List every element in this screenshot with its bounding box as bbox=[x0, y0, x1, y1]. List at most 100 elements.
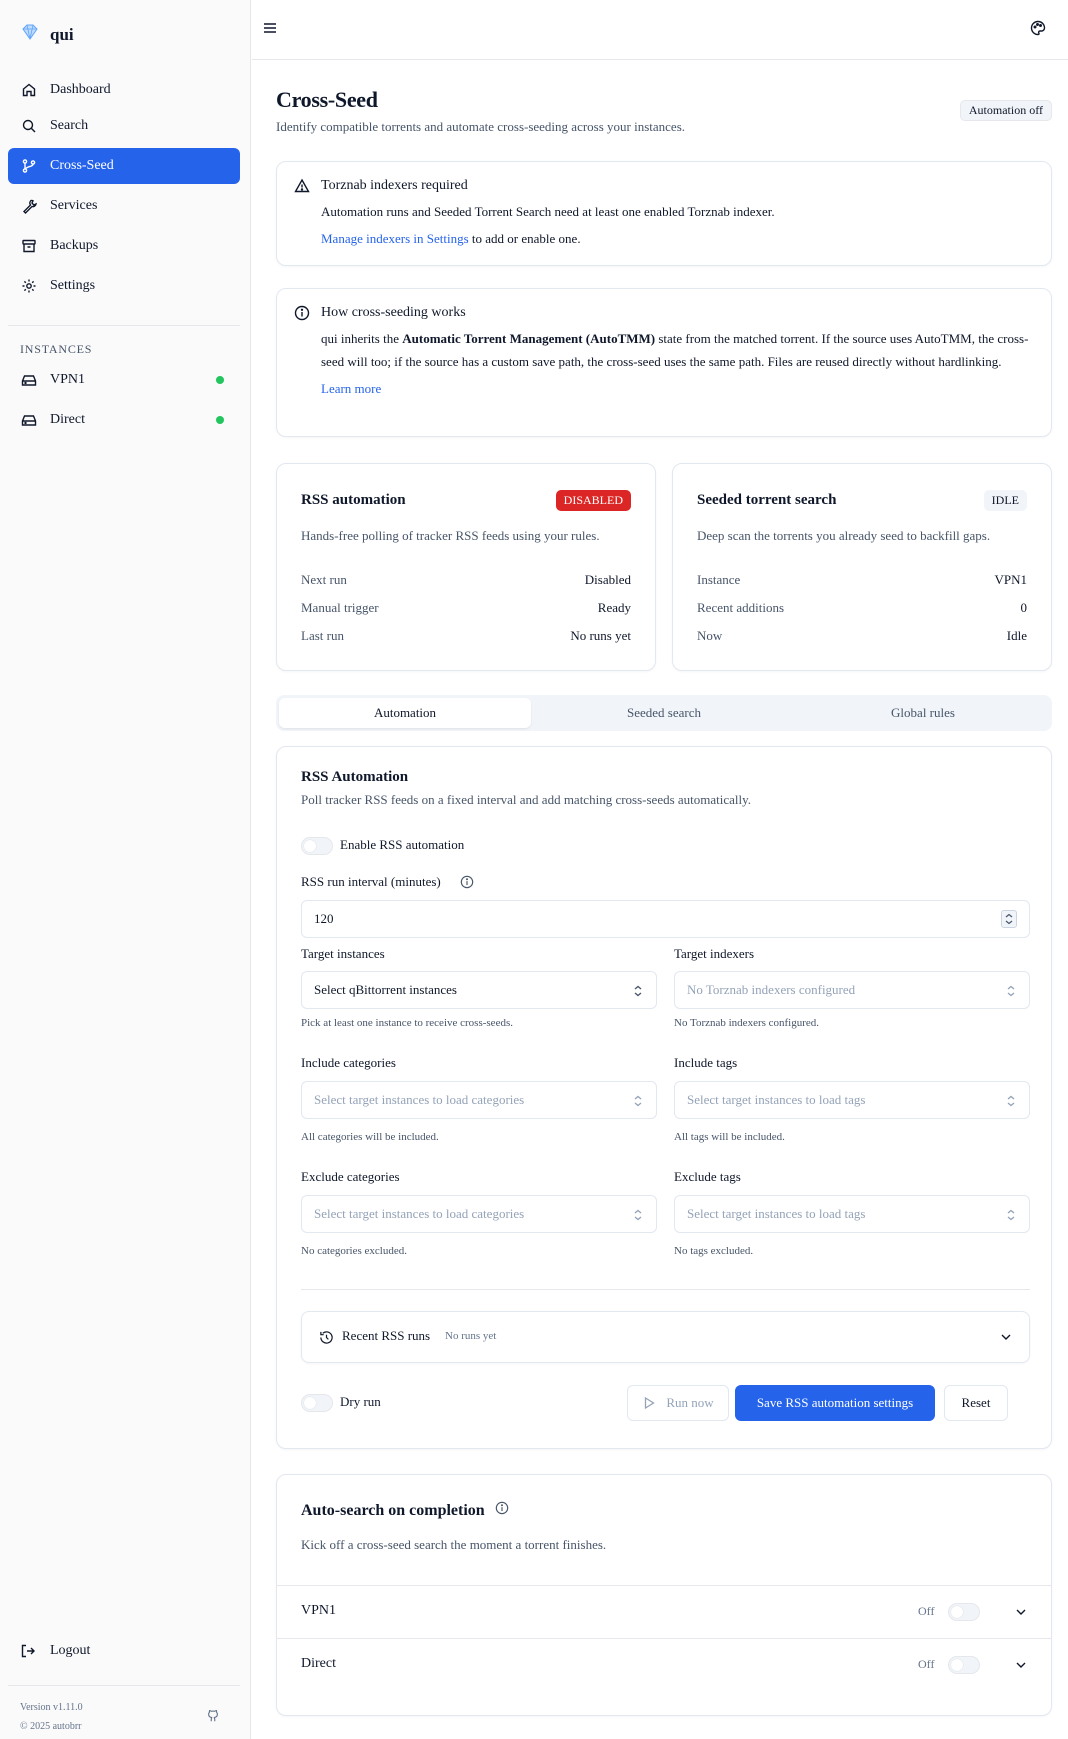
card-title: RSS automation bbox=[301, 492, 406, 508]
stat-key: Now bbox=[697, 628, 723, 643]
select-placeholder: No Torznab indexers configured bbox=[687, 982, 856, 997]
nav-backups[interactable]: Backups bbox=[8, 228, 240, 264]
recent-runs-status: No runs yet bbox=[445, 1330, 497, 1342]
qui-logo-icon bbox=[20, 22, 40, 47]
enable-rss-toggle[interactable] bbox=[301, 837, 333, 855]
card-description: Hands-free polling of tracker RSS feeds … bbox=[301, 528, 600, 543]
include-categories-select[interactable]: Select target instances to load categori… bbox=[301, 1081, 657, 1119]
github-icon[interactable] bbox=[206, 1709, 220, 1728]
auto-search-row-direct[interactable]: Direct Off bbox=[277, 1638, 1051, 1691]
alert-title: Torznab indexers required bbox=[321, 178, 468, 193]
menu-icon[interactable] bbox=[262, 20, 278, 41]
page-title: Cross-Seed bbox=[276, 87, 378, 112]
run-now-label: Run now bbox=[666, 1395, 714, 1410]
chevron-down-icon[interactable] bbox=[1014, 1605, 1028, 1624]
top-bar bbox=[252, 0, 1068, 60]
run-now-button[interactable]: Run now bbox=[627, 1385, 729, 1421]
brand[interactable]: qui bbox=[20, 22, 74, 47]
dry-run-toggle[interactable] bbox=[301, 1394, 333, 1412]
chevrons-up-down-icon bbox=[634, 1095, 642, 1107]
info-text: qui inherits the Automatic Torrent Manag… bbox=[321, 327, 1031, 400]
chevron-down-icon bbox=[999, 1330, 1013, 1349]
toggle-state-label: Off bbox=[918, 1657, 935, 1671]
status-badge: IDLE bbox=[983, 490, 1027, 511]
stat-key: Manual trigger bbox=[301, 600, 379, 615]
status-badge: DISABLED bbox=[555, 490, 631, 511]
auto-search-toggle[interactable] bbox=[948, 1656, 980, 1674]
tab-seeded-search[interactable]: Seeded search bbox=[538, 698, 790, 728]
save-rss-settings-button[interactable]: Save RSS automation settings bbox=[735, 1385, 935, 1421]
alert-body: Automation runs and Seeded Torrent Searc… bbox=[321, 204, 775, 219]
exclude-tags-select[interactable]: Select target instances to load tags bbox=[674, 1195, 1030, 1233]
info-icon[interactable] bbox=[495, 1501, 509, 1520]
logout-label: Logout bbox=[50, 1643, 91, 1658]
nav-label: Dashboard bbox=[50, 82, 111, 97]
nav-cross-seed[interactable]: Cross-Seed bbox=[8, 148, 240, 184]
nav-services[interactable]: Services bbox=[8, 188, 240, 224]
instance-label: Direct bbox=[50, 412, 85, 427]
logout-icon bbox=[21, 1644, 35, 1658]
auto-search-row-vpn1[interactable]: VPN1 Off bbox=[277, 1585, 1051, 1638]
help-text: No tags excluded. bbox=[674, 1245, 754, 1257]
sidebar-divider bbox=[8, 325, 240, 326]
tab-automation[interactable]: Automation bbox=[279, 698, 531, 728]
nav-search[interactable]: Search bbox=[8, 108, 240, 144]
info-icon[interactable] bbox=[460, 875, 474, 894]
page-subtitle: Identify compatible torrents and automat… bbox=[276, 119, 686, 134]
manage-indexers-link[interactable]: Manage indexers in Settings bbox=[321, 231, 469, 246]
hard-drive-icon bbox=[21, 375, 37, 386]
online-status-dot bbox=[216, 376, 224, 384]
auto-search-toggle[interactable] bbox=[948, 1603, 980, 1621]
nav-label: Cross-Seed bbox=[50, 158, 114, 173]
exclude-categories-select[interactable]: Select target instances to load categori… bbox=[301, 1195, 657, 1233]
chevron-down-icon[interactable] bbox=[1014, 1658, 1028, 1677]
chevrons-up-down-icon bbox=[634, 985, 642, 997]
number-stepper[interactable] bbox=[1001, 910, 1017, 928]
instances-heading: INSTANCES bbox=[20, 342, 93, 356]
archive-icon bbox=[22, 239, 36, 253]
instance-direct[interactable]: Direct bbox=[8, 404, 240, 436]
form-title: RSS Automation bbox=[301, 769, 409, 785]
reset-button[interactable]: Reset bbox=[944, 1385, 1008, 1421]
select-placeholder: Select target instances to load tags bbox=[687, 1092, 866, 1107]
select-placeholder: Select target instances to load categori… bbox=[314, 1206, 525, 1221]
stat-value: Disabled bbox=[584, 572, 631, 587]
stat-key: Recent additions bbox=[697, 600, 785, 615]
rss-automation-card: RSS automation DISABLED Hands-free polli… bbox=[276, 463, 656, 671]
include-tags-label: Include tags bbox=[674, 1055, 738, 1070]
include-tags-select[interactable]: Select target instances to load tags bbox=[674, 1081, 1030, 1119]
target-indexers-select[interactable]: No Torznab indexers configured bbox=[674, 971, 1030, 1009]
stat-value: Idle bbox=[1006, 628, 1027, 643]
interval-input[interactable]: 120 bbox=[301, 900, 1030, 938]
help-text: All categories will be included. bbox=[301, 1131, 439, 1143]
dry-run-label: Dry run bbox=[340, 1394, 381, 1409]
interval-value: 120 bbox=[314, 911, 334, 926]
nav-dashboard[interactable]: Dashboard bbox=[8, 72, 240, 108]
form-divider bbox=[301, 1289, 1030, 1290]
torznab-alert: Torznab indexers required Automation run… bbox=[276, 161, 1052, 266]
nav-label: Backups bbox=[50, 238, 99, 253]
copyright-text: © 2025 autobrr bbox=[20, 1721, 82, 1732]
enable-rss-label: Enable RSS automation bbox=[340, 837, 465, 852]
help-text: No categories excluded. bbox=[301, 1245, 407, 1257]
stat-row: Instance VPN1 bbox=[697, 572, 1027, 588]
auto-search-subtitle: Kick off a cross-seed search the moment … bbox=[301, 1537, 607, 1552]
stat-row: Recent additions 0 bbox=[697, 600, 1027, 616]
home-icon bbox=[22, 83, 36, 97]
instance-name: VPN1 bbox=[301, 1603, 337, 1618]
stat-row: Manual trigger Ready bbox=[301, 600, 631, 616]
interval-label: RSS run interval (minutes) bbox=[301, 874, 441, 889]
recent-rss-runs-collapsible[interactable]: Recent RSS runs No runs yet bbox=[301, 1311, 1030, 1363]
palette-icon[interactable] bbox=[1030, 20, 1046, 41]
help-text: Pick at least one instance to receive cr… bbox=[301, 1017, 513, 1029]
instance-vpn1[interactable]: VPN1 bbox=[8, 364, 240, 396]
tab-global-rules[interactable]: Global rules bbox=[797, 698, 1049, 728]
logout-button[interactable]: Logout bbox=[20, 1643, 90, 1659]
git-branch-icon bbox=[22, 159, 36, 173]
help-text: All tags will be included. bbox=[674, 1131, 785, 1143]
instance-label: VPN1 bbox=[50, 372, 86, 387]
nav-settings[interactable]: Settings bbox=[8, 268, 240, 304]
target-instances-select[interactable]: Select qBittorrent instances bbox=[301, 971, 657, 1009]
card-description: Deep scan the torrents you already seed … bbox=[697, 528, 991, 543]
learn-more-link[interactable]: Learn more bbox=[321, 377, 1031, 400]
